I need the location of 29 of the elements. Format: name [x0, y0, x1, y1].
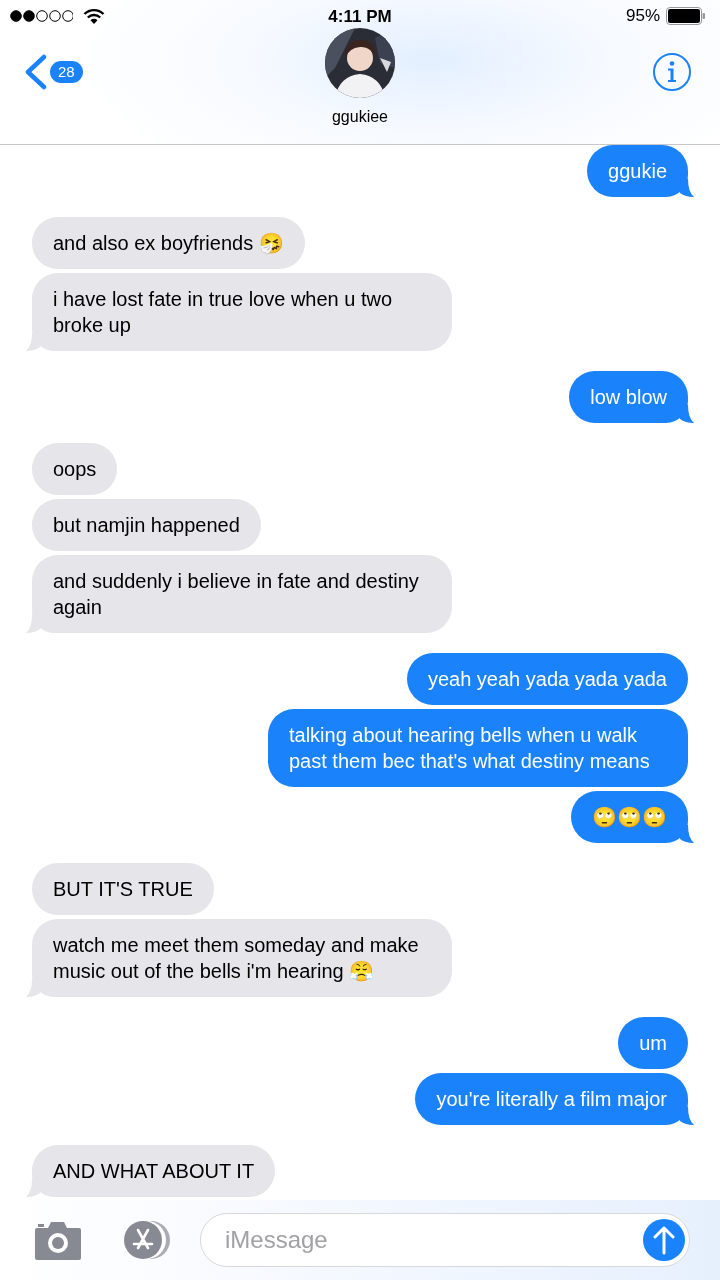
- message-text: ggukie: [608, 160, 667, 182]
- unread-badge: 28: [50, 61, 83, 83]
- info-icon: [652, 52, 692, 92]
- message-text: AND WHAT ABOUT IT: [53, 1160, 255, 1182]
- message-text: 🙄🙄🙄: [592, 806, 667, 828]
- message-text: BUT IT'S TRUE: [53, 878, 193, 900]
- message-text: talking about hearing bells when u walk past them bec that's what destiny means: [289, 724, 650, 772]
- info-button[interactable]: [652, 52, 692, 92]
- message-text: you're literally a film major: [436, 1088, 667, 1110]
- contact-name[interactable]: ggukiee: [331, 108, 388, 125]
- message-text: low blow: [590, 386, 667, 408]
- message-text: watch me meet them someday and make music out of the bells i'm hearing 😤: [53, 934, 419, 982]
- clock-time: 4:11 PM: [328, 7, 392, 26]
- battery-percent: 95%: [625, 6, 660, 26]
- battery-icon: [666, 6, 706, 26]
- message-text: yeah yeah yada yada yada: [427, 668, 667, 690]
- wifi-icon: [83, 7, 105, 25]
- camera-button[interactable]: [34, 1220, 82, 1260]
- arrow-up-icon: [653, 1225, 675, 1255]
- message-text: and also ex boyfriends 🤧: [53, 232, 284, 254]
- message-text: and suddenly i believe in fate and destiny again: [53, 570, 419, 618]
- message-text: um: [639, 1032, 667, 1054]
- back-button[interactable]: 28: [22, 54, 83, 90]
- message-text: oops: [53, 458, 97, 480]
- message-text: but namjin happened: [53, 514, 240, 536]
- message-input[interactable]: iMessage: [200, 1213, 690, 1267]
- camera-icon: [34, 1220, 82, 1260]
- signal-icon: [10, 9, 73, 23]
- message-text: i have lost fate in true love when u two broke up: [53, 288, 393, 336]
